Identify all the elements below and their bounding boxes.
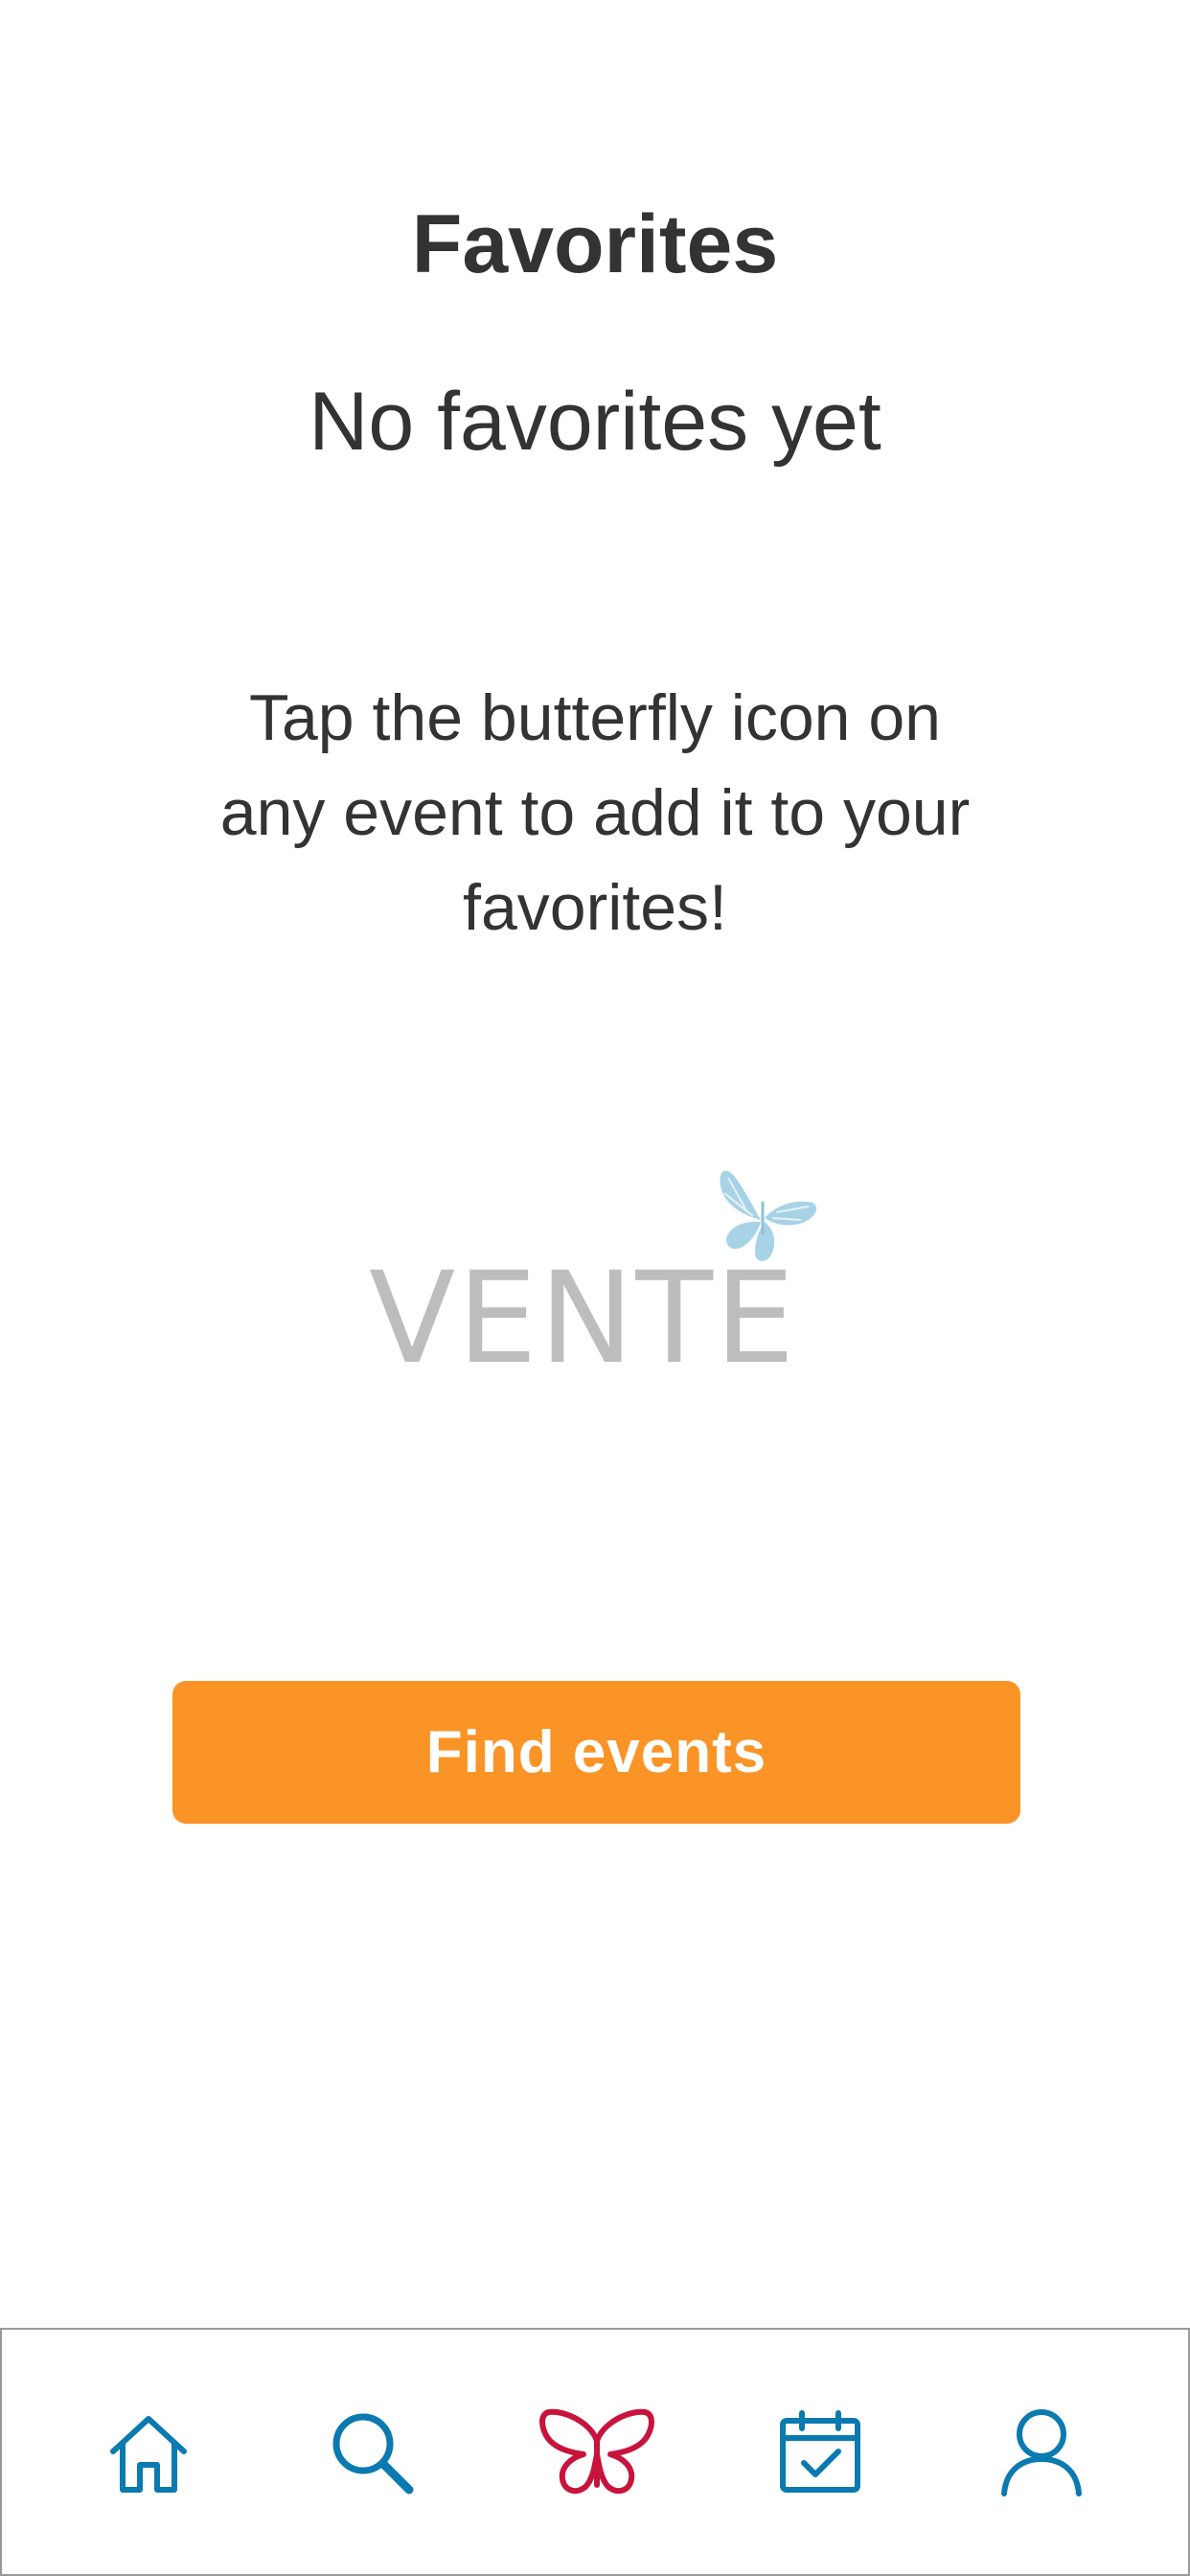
home-icon	[110, 2415, 187, 2493]
butterfly-icon	[720, 1170, 817, 1261]
bottom-tab-bar	[0, 2328, 1190, 2576]
search-icon	[332, 2413, 414, 2494]
tab-home[interactable]	[53, 2330, 244, 2574]
tab-search[interactable]	[276, 2330, 468, 2574]
butterfly-icon	[539, 2408, 654, 2494]
user-icon	[1001, 2408, 1082, 2496]
calendar-check-icon	[780, 2409, 860, 2493]
page-title: Favorites	[411, 198, 779, 290]
tab-profile[interactable]	[946, 2330, 1137, 2574]
empty-state-message: Tap the butterfly icon on any event to a…	[219, 681, 971, 944]
empty-state-heading: No favorites yet	[309, 376, 881, 468]
vente-logo: VENTE	[355, 1155, 834, 1385]
tab-favorites[interactable]	[501, 2330, 693, 2574]
find-events-button[interactable]: Find events	[172, 1681, 1020, 1824]
tab-calendar[interactable]	[724, 2330, 916, 2574]
